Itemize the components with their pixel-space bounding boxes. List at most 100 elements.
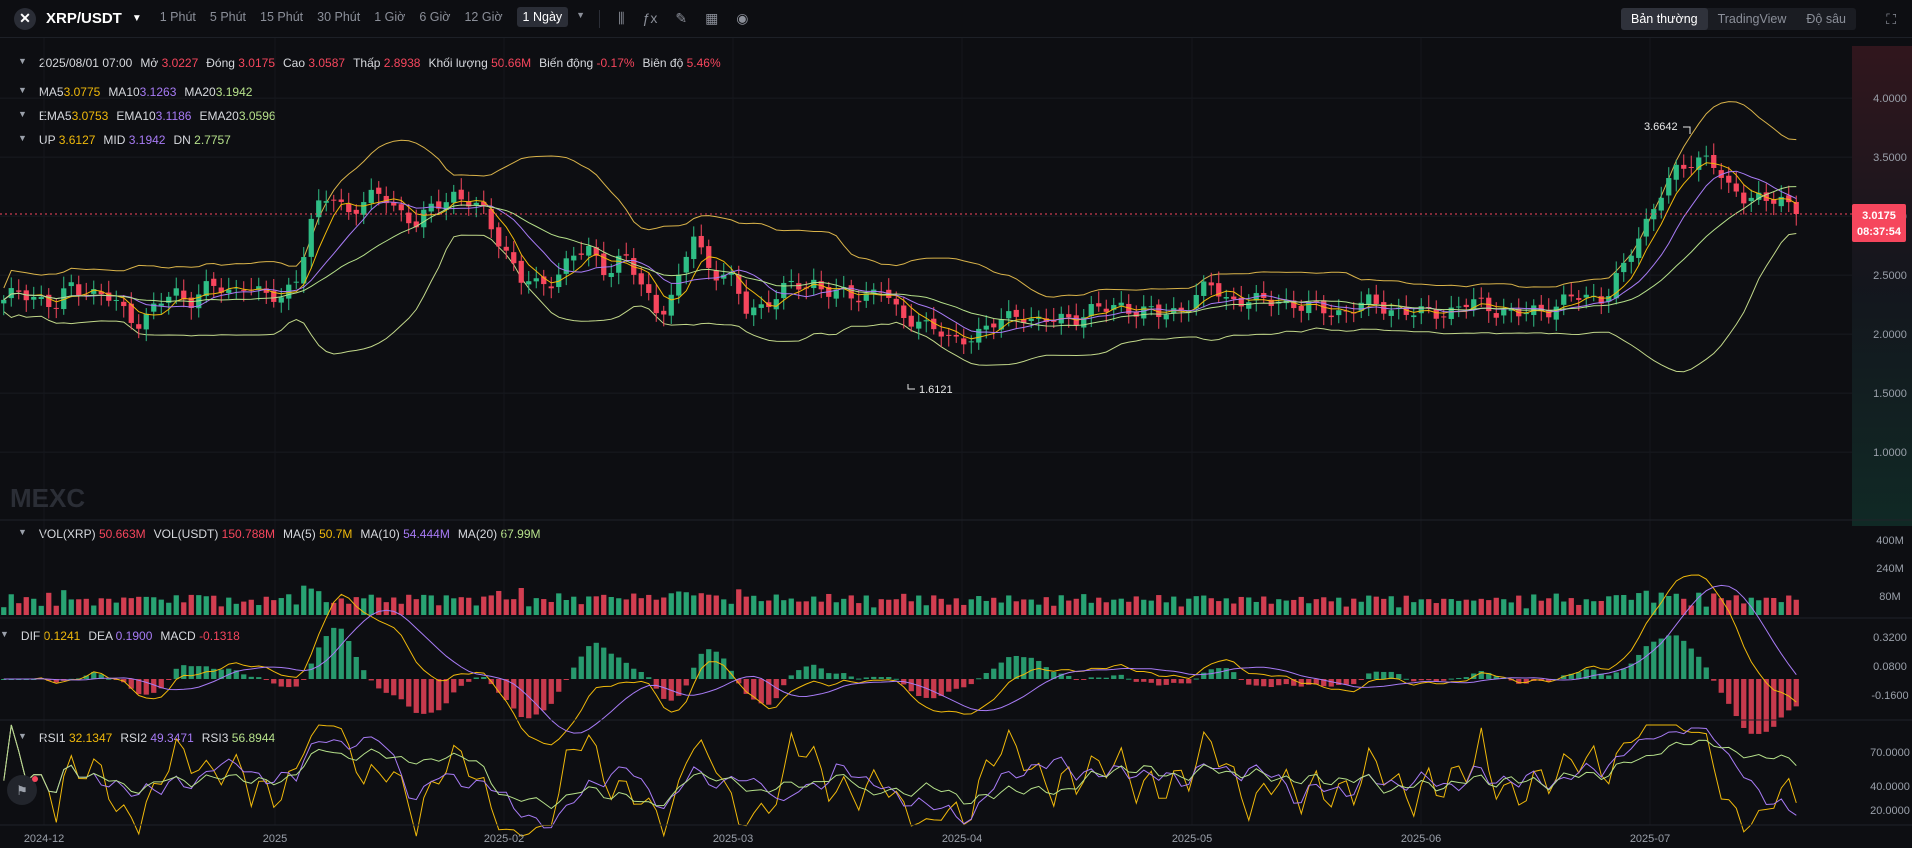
- macd-histogram-bar: [1328, 679, 1334, 687]
- pair-title[interactable]: XRP/USDT: [46, 10, 122, 27]
- view-basic[interactable]: Bản thường: [1620, 8, 1708, 30]
- view-tradingview[interactable]: TradingView: [1708, 8, 1797, 30]
- volume-bar: [8, 594, 14, 615]
- candle-body: [451, 191, 457, 203]
- macd-histogram-bar: [421, 679, 427, 714]
- volume-bar: [451, 598, 457, 615]
- macd-histogram-bar: [346, 640, 352, 679]
- alert-bell-icon: ⚑: [16, 783, 28, 798]
- screenshot-camera-icon[interactable]: ◉: [736, 10, 748, 27]
- bollinger-bands: [3, 101, 1797, 373]
- volume-bar: [1328, 601, 1334, 615]
- macd-histogram-bar: [1426, 679, 1432, 680]
- candle-type-icon[interactable]: ⫼: [618, 10, 624, 27]
- candle-body: [1373, 294, 1379, 304]
- tf-1h[interactable]: 1 Giờ: [374, 10, 405, 27]
- macd-histogram-bar: [1283, 679, 1289, 685]
- max-price-label: 3.6642: [1644, 121, 1678, 133]
- rsi-tick-label: 40.0000: [1870, 781, 1910, 793]
- indicator-icon[interactable]: ƒx: [643, 10, 658, 27]
- volume-bar: [1711, 593, 1717, 615]
- view-depth[interactable]: Độ sâu: [1796, 8, 1856, 30]
- candle-body: [158, 303, 164, 306]
- draw-pencil-icon[interactable]: ✎: [675, 10, 687, 27]
- volume-bar: [1486, 600, 1492, 615]
- candle-body: [923, 320, 929, 322]
- candle-body: [1, 299, 7, 304]
- macd-histogram-bar: [1643, 646, 1649, 679]
- tf-15m[interactable]: 15 Phút: [260, 10, 303, 27]
- volume-bar: [1606, 596, 1612, 615]
- macd-histogram-bar: [1591, 669, 1597, 679]
- price-chart[interactable]: MEXC 3.6642 1.6121 4.00003.50003.00002.5…: [0, 38, 1912, 848]
- candle-body: [1148, 306, 1154, 308]
- volume-bar: [83, 598, 89, 615]
- volume-bar: [106, 598, 112, 615]
- volume-bar: [1276, 599, 1282, 615]
- candle-body: [983, 325, 989, 330]
- alert-button[interactable]: ⚑: [7, 775, 38, 805]
- volume-bar: [908, 601, 914, 615]
- volume-bar: [1313, 599, 1319, 615]
- volume-bar: [736, 589, 742, 615]
- volume-bar: [1201, 595, 1207, 615]
- volume-bar: [796, 601, 802, 615]
- macd-histogram-bar: [1456, 677, 1462, 679]
- macd-histogram-bar: [593, 642, 599, 679]
- macd-histogram-bar: [998, 662, 1004, 679]
- volume-bar: [886, 599, 892, 615]
- volume-bar: [1261, 596, 1267, 615]
- volume-bar: [1478, 598, 1484, 615]
- tf-6h[interactable]: 6 Giờ: [419, 10, 450, 27]
- volume-bar: [556, 593, 562, 615]
- volume-bar: [608, 597, 614, 615]
- candles: [1, 143, 1799, 354]
- layout-grid-icon[interactable]: ▦: [705, 10, 718, 27]
- macd-histogram-bar: [1261, 679, 1267, 687]
- volume-bar: [1246, 597, 1252, 615]
- macd-histogram-bar: [616, 657, 622, 679]
- last-price-tag[interactable]: 3.0175 08:37:54: [1852, 204, 1906, 242]
- volume-bar: [1778, 602, 1784, 615]
- fullscreen-icon[interactable]: ⛶: [1886, 11, 1896, 28]
- volume-bar: [233, 603, 239, 615]
- candle-body: [143, 313, 149, 330]
- volume-bar: [1373, 596, 1379, 615]
- macd-histogram-bar: [863, 677, 869, 679]
- macd-histogram-bar: [316, 647, 322, 679]
- volume-bar: [1433, 603, 1439, 615]
- macd-histogram-bar: [796, 670, 802, 679]
- macd-histogram-bar: [338, 628, 344, 679]
- tf-5m[interactable]: 5 Phút: [210, 10, 246, 27]
- candle-body: [758, 304, 764, 308]
- tf-more-chevron-icon[interactable]: ▼: [576, 10, 585, 27]
- ma5-line: [3, 162, 1797, 340]
- macd-histogram-bar: [1448, 678, 1454, 680]
- macd-histogram-bar: [1006, 657, 1012, 679]
- macd-histogram-bar: [271, 679, 277, 684]
- candle-body: [638, 273, 644, 285]
- macd-histogram-bar: [428, 679, 434, 713]
- pair-dropdown-chevron-icon[interactable]: ▼: [132, 13, 142, 24]
- volume-bar: [1156, 595, 1162, 615]
- macd-histogram-bar: [1681, 640, 1687, 679]
- volume-bar: [901, 593, 907, 615]
- candle-body: [1703, 155, 1709, 157]
- volume-bar: [1576, 604, 1582, 615]
- tf-1m[interactable]: 1 Phút: [160, 10, 196, 27]
- tf-30m[interactable]: 30 Phút: [317, 10, 360, 27]
- volume-bar: [646, 594, 652, 615]
- volume-bar: [998, 602, 1004, 615]
- volume-bar: [301, 585, 307, 615]
- tf-12h[interactable]: 12 Giờ: [464, 10, 502, 27]
- volume-bar: [1763, 597, 1769, 615]
- volume-bar: [121, 597, 127, 615]
- volume-bar: [383, 602, 389, 615]
- macd-histogram-bar: [263, 679, 269, 680]
- volume-bar: [166, 602, 172, 615]
- volume-bar: [1028, 599, 1034, 615]
- tf-1d[interactable]: 1 Ngày: [516, 7, 569, 27]
- macd-histogram-bar: [631, 668, 637, 679]
- candle-body: [113, 299, 119, 301]
- volume-bar: [1208, 598, 1214, 615]
